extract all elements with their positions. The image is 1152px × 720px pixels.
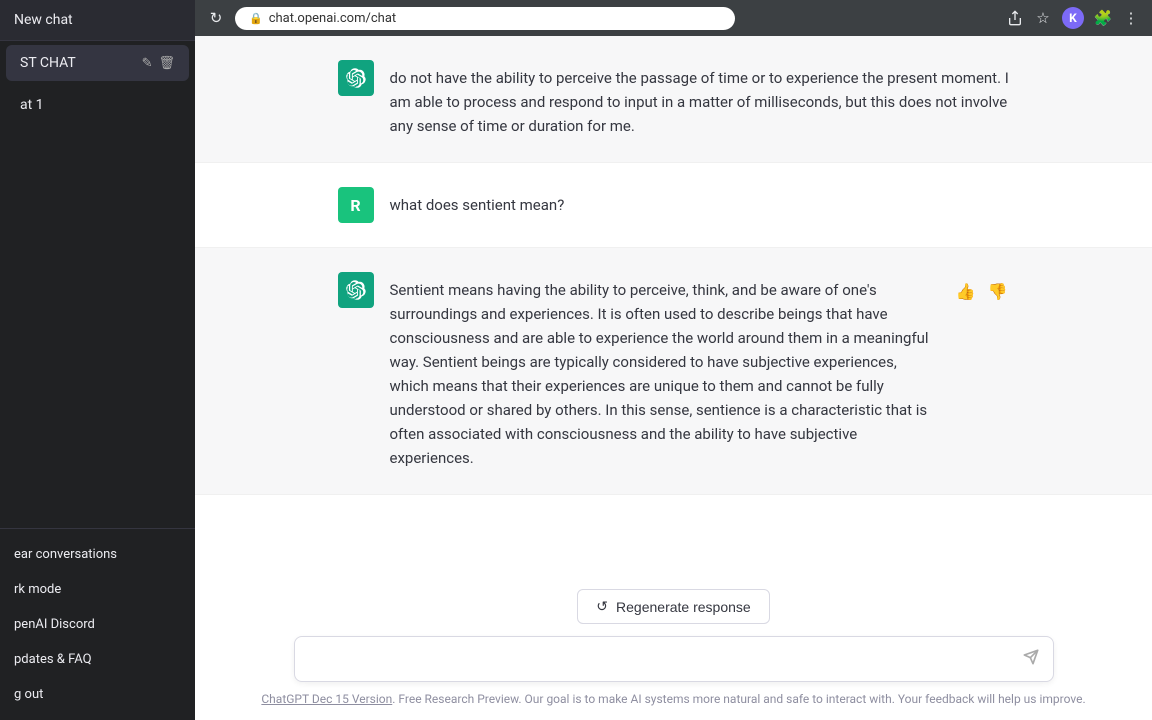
message-actions-3: 👍 👎 — [954, 272, 1010, 304]
edit-chat-icon[interactable]: ✎ — [142, 56, 153, 71]
gpt-avatar-3 — [338, 272, 374, 308]
new-chat-button[interactable]: New chat — [0, 0, 195, 41]
message-block-2: R what does sentient mean? — [195, 163, 1152, 248]
browser-actions: ☆ K 🧩 ⋮ — [1006, 7, 1140, 29]
sidebar-item-discord[interactable]: penAI Discord — [0, 607, 195, 642]
sidebar-item-logout[interactable]: g out — [0, 677, 195, 712]
star-icon[interactable]: ☆ — [1034, 9, 1052, 27]
main-content: ↻ 🔒 chat.openai.com/chat ☆ K 🧩 ⋮ — [195, 0, 1152, 720]
message-text-1: do not have the ability to perceive the … — [390, 60, 1010, 138]
discord-label: penAI Discord — [14, 617, 95, 632]
regenerate-icon: ↺ — [596, 598, 608, 615]
chat-input[interactable] — [309, 647, 1023, 671]
message-text-3: Sentient means having the ability to per… — [390, 272, 938, 470]
new-chat-label: New chat — [14, 12, 73, 28]
chat-item-1-label: at 1 — [20, 97, 44, 113]
share-icon[interactable] — [1006, 9, 1024, 27]
input-row — [294, 636, 1054, 682]
url-text: chat.openai.com/chat — [269, 11, 396, 26]
sidebar: New chat ST CHAT ✎ 🗑 at 1 ear conversati… — [0, 0, 195, 720]
gpt-avatar-1 — [338, 60, 374, 96]
dark-label: rk mode — [14, 582, 61, 597]
extensions-icon[interactable]: 🧩 — [1094, 9, 1112, 27]
message-block-1: do not have the ability to perceive the … — [195, 36, 1152, 163]
user-avatar-2: R — [338, 187, 374, 223]
footer-description: . Free Research Preview. Our goal is to … — [392, 692, 1085, 706]
browser-bar: ↻ 🔒 chat.openai.com/chat ☆ K 🧩 ⋮ — [195, 0, 1152, 36]
profile-icon[interactable]: K — [1062, 7, 1084, 29]
logout-label: g out — [14, 687, 43, 702]
send-button[interactable] — [1023, 648, 1039, 671]
thumbdown-button[interactable]: 👎 — [986, 280, 1010, 304]
chat-area: do not have the ability to perceive the … — [195, 36, 1152, 577]
send-icon — [1023, 648, 1039, 671]
message-text-2: what does sentient mean? — [390, 187, 1010, 217]
message-block-3: Sentient means having the ability to per… — [195, 248, 1152, 495]
delete-chat-icon[interactable]: 🗑 — [158, 56, 175, 71]
sidebar-bottom: ear conversations rk mode penAI Discord … — [0, 528, 195, 720]
thumbup-button[interactable]: 👍 — [954, 280, 978, 304]
regenerate-row: ↺ Regenerate response — [219, 589, 1128, 624]
sidebar-item-faq[interactable]: pdates & FAQ — [0, 642, 195, 677]
sidebar-chat-item-1[interactable]: at 1 — [6, 87, 189, 123]
clear-label: ear conversations — [14, 547, 117, 562]
bottom-area: ↺ Regenerate response ChatGPT Dec 15 Ver… — [195, 577, 1152, 720]
footer-text: ChatGPT Dec 15 Version. Free Research Pr… — [219, 692, 1128, 712]
menu-icon[interactable]: ⋮ — [1122, 9, 1140, 27]
footer-link[interactable]: ChatGPT Dec 15 Version — [261, 692, 392, 706]
message-inner-2: R what does sentient mean? — [314, 187, 1034, 223]
regenerate-button[interactable]: ↺ Regenerate response — [577, 589, 769, 624]
sidebar-item-clear[interactable]: ear conversations — [0, 537, 195, 572]
message-inner-1: do not have the ability to perceive the … — [314, 60, 1034, 138]
active-chat-actions: ✎ 🗑 — [142, 56, 175, 71]
sidebar-item-dark[interactable]: rk mode — [0, 572, 195, 607]
faq-label: pdates & FAQ — [14, 652, 92, 667]
message-inner-3: Sentient means having the ability to per… — [314, 272, 1034, 470]
active-chat-label: ST CHAT — [20, 55, 142, 71]
reload-icon[interactable]: ↻ — [207, 9, 225, 27]
active-chat-item[interactable]: ST CHAT ✎ 🗑 — [6, 45, 189, 81]
regenerate-label: Regenerate response — [616, 599, 751, 615]
url-bar[interactable]: 🔒 chat.openai.com/chat — [235, 7, 735, 30]
